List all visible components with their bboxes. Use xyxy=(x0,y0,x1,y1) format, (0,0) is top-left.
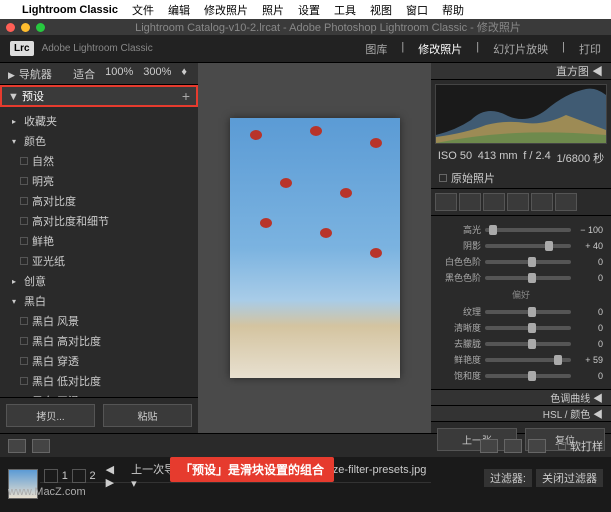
menu-help[interactable]: 帮助 xyxy=(442,2,464,18)
grid-icon[interactable] xyxy=(72,469,86,483)
maximize-window-button[interactable] xyxy=(36,23,45,32)
hsl-color-header[interactable]: HSL / 颜色 ◀ xyxy=(431,405,611,421)
preset-group-favorites[interactable]: ▸收藏夹 xyxy=(0,111,198,131)
fit-button[interactable]: 适合 xyxy=(70,65,98,83)
app-menu[interactable]: Lightroom Classic xyxy=(22,4,118,16)
tone-curve-header[interactable]: 色调曲线 ◀ xyxy=(431,389,611,405)
secondary-display-icon[interactable] xyxy=(44,469,58,483)
radial-tool[interactable] xyxy=(531,193,553,211)
annotation-callout: 「预设」是滑块设置的组合 xyxy=(170,457,334,482)
crop-tool[interactable] xyxy=(435,193,457,211)
histogram-header[interactable]: 直方图 ◀ xyxy=(431,63,611,80)
exif-info: ISO 50413 mmf / 2.41/6800 秒 xyxy=(431,148,611,168)
brush-tool[interactable] xyxy=(555,193,577,211)
menu-develop[interactable]: 修改照片 xyxy=(204,2,248,18)
zoom-100[interactable]: 100% xyxy=(102,65,136,83)
preset-item[interactable]: 明亮 xyxy=(0,171,198,191)
window-titlebar: Lightroom Catalog-v10-2.lrcat - Adobe Ph… xyxy=(0,19,611,35)
slider-高光[interactable]: 高光− 100 xyxy=(439,223,603,236)
copy-button[interactable]: 拷贝... xyxy=(6,404,95,427)
menu-settings[interactable]: 设置 xyxy=(298,2,320,18)
preset-group-bw[interactable]: ▾黑白 xyxy=(0,291,198,311)
presence-label: 偏好 xyxy=(439,288,603,301)
view-icon[interactable] xyxy=(504,439,522,453)
original-checkbox[interactable]: 原始照片 xyxy=(431,168,611,188)
redeye-tool[interactable] xyxy=(483,193,505,211)
minimize-window-button[interactable] xyxy=(21,23,30,32)
close-filter-button[interactable]: 关闭过滤器 xyxy=(536,469,603,487)
preset-item[interactable]: 高对比度 xyxy=(0,191,198,211)
close-window-button[interactable] xyxy=(6,23,15,32)
module-develop[interactable]: 修改照片 xyxy=(418,41,462,57)
menu-file[interactable]: 文件 xyxy=(132,2,154,18)
watermark: www.MacZ.com xyxy=(8,486,86,498)
presets-header[interactable]: ▼ 预设 + xyxy=(0,85,198,107)
window-title: Lightroom Catalog-v10-2.lrcat - Adobe Ph… xyxy=(51,19,605,35)
app-logo: Lrc xyxy=(10,41,34,56)
paste-button[interactable]: 粘贴 xyxy=(103,404,192,427)
canvas-area[interactable] xyxy=(198,63,431,433)
module-library[interactable]: 图库 xyxy=(365,41,387,57)
presets-tree: ▸收藏夹 ▾颜色 自然 明亮 高对比度 高对比度和细节 鲜艳 亚光纸 ▸创意 ▾… xyxy=(0,107,198,397)
histogram[interactable] xyxy=(435,84,607,144)
menu-tools[interactable]: 工具 xyxy=(334,2,356,18)
slider-白色色阶[interactable]: 白色色阶0 xyxy=(439,255,603,268)
slider-阴影[interactable]: 阴影+ 40 xyxy=(439,239,603,252)
slider-去朦胧[interactable]: 去朦胧0 xyxy=(439,337,603,350)
slider-鲜艳度[interactable]: 鲜艳度+ 59 xyxy=(439,353,603,366)
photo-preview xyxy=(230,118,400,378)
slider-纹理[interactable]: 纹理0 xyxy=(439,305,603,318)
tool-strip xyxy=(431,188,611,216)
slider-黑色色阶[interactable]: 黑色色阶0 xyxy=(439,271,603,284)
module-picker: 图库 | 修改照片 | 幻灯片放映 | 打印 xyxy=(365,41,601,57)
menu-window[interactable]: 窗口 xyxy=(406,2,428,18)
softproof-checkbox[interactable]: 软打样 xyxy=(558,438,603,454)
app-topbar: Lrc Adobe Lightroom Classic 图库 | 修改照片 | … xyxy=(0,35,611,63)
left-panel: ▶导航器 适合 100% 300% ♦ ▼ 预设 + ▸收藏夹 ▾颜色 自然 明… xyxy=(0,63,198,433)
menu-view[interactable]: 视图 xyxy=(370,2,392,18)
navigator-header[interactable]: ▶导航器 适合 100% 300% ♦ xyxy=(0,63,198,85)
preset-group-creative[interactable]: ▸创意 xyxy=(0,271,198,291)
macos-menubar: Lightroom Classic 文件 编辑 修改照片 照片 设置 工具 视图… xyxy=(0,0,611,19)
preset-item[interactable]: 鲜艳 xyxy=(0,231,198,251)
brand-text: Adobe Lightroom Classic xyxy=(42,43,153,54)
gradient-tool[interactable] xyxy=(507,193,529,211)
spot-tool[interactable] xyxy=(459,193,481,211)
loupe-view-icon[interactable] xyxy=(8,439,26,453)
preset-item[interactable]: 黑白 穿透 xyxy=(0,351,198,371)
slider-清晰度[interactable]: 清晰度0 xyxy=(439,321,603,334)
preset-group-color[interactable]: ▾颜色 xyxy=(0,131,198,151)
right-panel: 直方图 ◀ ISO 50413 mmf / 2.41/6800 秒 原始照片 高… xyxy=(431,63,611,433)
before-after-icon[interactable] xyxy=(32,439,50,453)
view-icon[interactable] xyxy=(528,439,546,453)
module-slideshow[interactable]: 幻灯片放映 xyxy=(493,41,548,57)
preset-item[interactable]: 黑白 低对比度 xyxy=(0,371,198,391)
preset-item[interactable]: 高对比度和细节 xyxy=(0,211,198,231)
preset-item[interactable]: 黑白 高对比度 xyxy=(0,331,198,351)
preset-item[interactable]: 黑白 风景 xyxy=(0,311,198,331)
preset-item[interactable]: 亚光纸 xyxy=(0,251,198,271)
zoom-menu-icon[interactable]: ♦ xyxy=(178,65,190,83)
view-icon[interactable] xyxy=(480,439,498,453)
zoom-300[interactable]: 300% xyxy=(140,65,174,83)
filter-label[interactable]: 过滤器: xyxy=(484,469,532,487)
preset-item[interactable]: 自然 xyxy=(0,151,198,171)
add-preset-button[interactable]: + xyxy=(182,88,190,104)
basic-panel: 高光− 100 阴影+ 40 白色色阶0 黑色色阶0 偏好 纹理0 清晰度0 去朦胧0 鲜艳… xyxy=(431,216,611,389)
slider-饱和度[interactable]: 饱和度0 xyxy=(439,369,603,382)
module-print[interactable]: 打印 xyxy=(579,41,601,57)
menu-edit[interactable]: 编辑 xyxy=(168,2,190,18)
menu-photo[interactable]: 照片 xyxy=(262,2,284,18)
